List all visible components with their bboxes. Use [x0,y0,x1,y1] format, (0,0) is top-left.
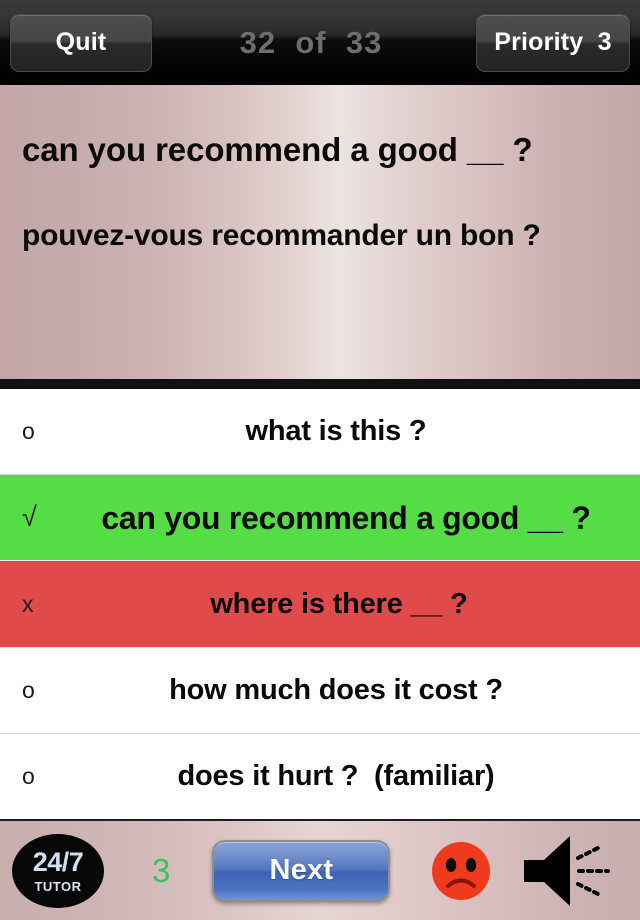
next-button[interactable]: Next [212,839,391,902]
logo-primary-text: 24/7 [32,846,84,877]
speaker-icon[interactable] [518,832,614,910]
answer-option-1[interactable]: o what is this ? [0,389,640,476]
sad-face-icon[interactable] [430,840,492,902]
panel-divider [0,379,640,389]
question-panel: can you recommend a good __ ? pouvez-vou… [0,85,640,379]
answer-marker-icon: o [22,418,35,445]
logo-secondary-text: TUTOR [34,878,82,894]
question-prompt-french: pouvez-vous recommander un bon ? [22,219,541,252]
answer-option-3-selected-wrong[interactable]: x where is there __ ? [0,561,640,648]
priority-button[interactable]: Priority 3 [476,13,630,72]
tutor-logo-icon[interactable]: 24/7 TUTOR [12,833,104,908]
quiz-app-screen: Quit 32 of 33 Priority 3 can you recomme… [0,0,640,920]
answer-option-4[interactable]: o how much does it cost ? [0,647,640,734]
answer-option-label: can you recommend a good __ ? [101,499,591,536]
answer-options-list: o what is this ? √ can you recommend a g… [0,389,640,820]
quit-button[interactable]: Quit [10,13,152,72]
answer-option-label: where is there __ ? [210,587,468,620]
answer-option-label: how much does it cost ? [169,673,503,706]
answer-option-2-correct[interactable]: √ can you recommend a good __ ? [0,475,640,562]
question-prompt-english: can you recommend a good __ ? [22,131,533,168]
cross-mark-icon: x [22,590,34,617]
bottom-toolbar: 24/7 TUTOR 3 Next [0,819,640,920]
answer-option-label: what is this ? [245,415,427,448]
answer-option-5[interactable]: o does it hurt ? (familiar) [0,733,640,820]
answer-option-label: does it hurt ? (familiar) [177,759,495,792]
question-counter: 32 of 33 [239,24,383,60]
check-mark-icon: √ [22,502,37,533]
answer-marker-icon: o [22,762,35,789]
score-counter: 3 [152,852,171,889]
top-navigation-bar: Quit 32 of 33 Priority 3 [0,0,640,85]
answer-marker-icon: o [22,676,35,703]
next-button-label: Next [269,854,334,886]
